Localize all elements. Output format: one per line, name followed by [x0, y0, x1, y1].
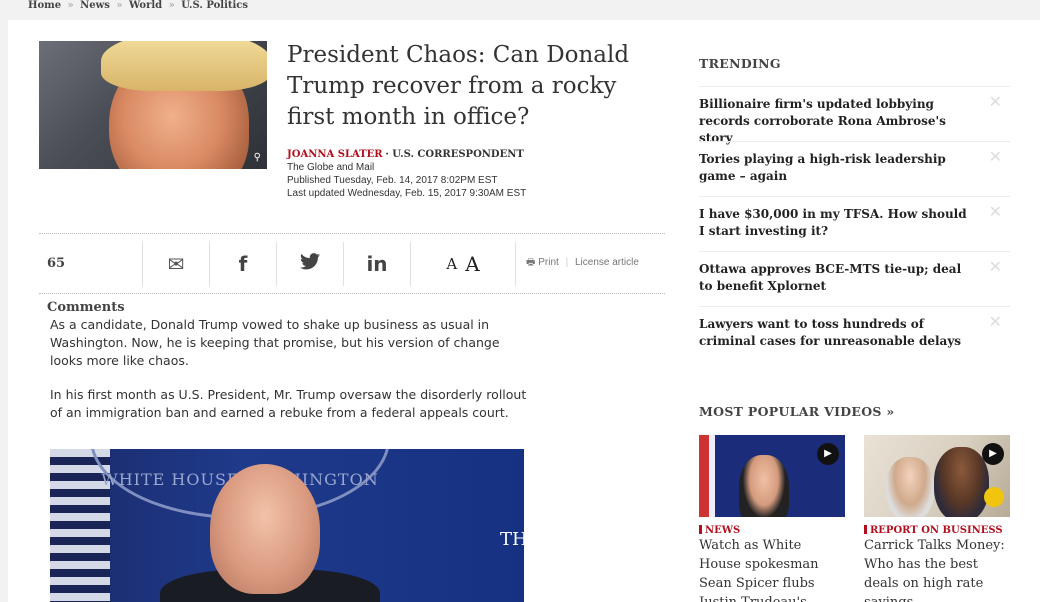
- article-thumbnail[interactable]: ⚲: [39, 41, 267, 169]
- video-thumbnail-person: [934, 447, 989, 517]
- email-share-button[interactable]: ✉: [143, 241, 210, 286]
- trending-item[interactable]: Ottawa approves BCE-MTS tie-up; deal to …: [699, 251, 1010, 306]
- envelope-icon: ✉: [167, 251, 185, 276]
- breadcrumb-home[interactable]: Home: [28, 0, 61, 11]
- trending-item[interactable]: I have $30,000 in my TFSA. How should I …: [699, 196, 1010, 251]
- article-body: As a candidate, Donald Trump vowed to sh…: [50, 316, 530, 438]
- published-date: Published Tuesday, Feb. 14, 2017 8:02PM …: [287, 175, 498, 186]
- flower-decoration: [984, 487, 1004, 507]
- publication-name: The Globe and Mail: [287, 162, 375, 173]
- breadcrumb-separator: »: [67, 0, 74, 11]
- author-link[interactable]: JOANNA SLATER: [287, 149, 383, 160]
- video-category[interactable]: REPORT ON BUSINESS: [864, 525, 1010, 536]
- video-thumbnail[interactable]: ▶: [699, 435, 845, 517]
- article-tools: 🖶 Print | License article: [516, 255, 639, 272]
- zoom-icon[interactable]: ⚲: [254, 152, 261, 163]
- video-title[interactable]: Watch as White House spokesman Sean Spic…: [699, 536, 845, 602]
- printer-icon: 🖶: [526, 257, 536, 268]
- trending-item-title[interactable]: Lawyers want to toss hundreds of crimina…: [699, 317, 961, 348]
- trending-item-title[interactable]: Ottawa approves BCE-MTS tie-up; deal to …: [699, 262, 961, 293]
- breadcrumb: Home » News » World » U.S. Politics: [0, 0, 1040, 20]
- speaker-portrait: [210, 464, 320, 594]
- tools-divider: |: [565, 257, 569, 268]
- video-card[interactable]: ▶ NEWS Watch as White House spokesman Se…: [699, 435, 845, 602]
- video-thumbnail-person: [739, 455, 789, 517]
- article-paragraph: As a candidate, Donald Trump vowed to sh…: [50, 317, 500, 368]
- trending-list: Billionaire firm's updated lobbying reco…: [699, 86, 1010, 361]
- image-overlay-text: TH: [500, 529, 524, 550]
- twitter-share-button[interactable]: [277, 241, 344, 286]
- close-icon[interactable]: ✕: [989, 258, 1002, 275]
- trending-item[interactable]: Tories playing a high-risk leadership ga…: [699, 141, 1010, 196]
- breadcrumb-separator: »: [116, 0, 123, 11]
- close-icon[interactable]: ✕: [989, 203, 1002, 220]
- play-icon[interactable]: ▶: [817, 443, 839, 465]
- close-icon[interactable]: ✕: [989, 148, 1002, 165]
- linkedin-icon: in: [366, 251, 388, 276]
- video-thumbnail[interactable]: ▶: [864, 435, 1010, 517]
- facebook-icon: f: [238, 251, 248, 276]
- close-icon[interactable]: ✕: [989, 93, 1002, 110]
- font-increase-button[interactable]: A: [465, 252, 479, 276]
- font-decrease-button[interactable]: A: [446, 255, 457, 273]
- breadcrumb-world[interactable]: World: [129, 0, 162, 11]
- article-headline: President Chaos: Can Donald Trump recove…: [287, 42, 630, 130]
- trending-item-title[interactable]: Tories playing a high-risk leadership ga…: [699, 152, 946, 183]
- breadcrumb-us-politics[interactable]: U.S. Politics: [181, 0, 248, 11]
- trending-item[interactable]: Lawyers want to toss hundreds of crimina…: [699, 306, 1010, 361]
- facebook-share-button[interactable]: f: [210, 241, 277, 286]
- breadcrumb-separator: »: [168, 0, 175, 11]
- portrait-hair: [101, 41, 267, 91]
- article-main-image[interactable]: WHITE HOUSE WASHINGTON TH: [50, 449, 524, 602]
- video-card[interactable]: ▶ REPORT ON BUSINESS Carrick Talks Money…: [864, 435, 1010, 602]
- video-title[interactable]: Carrick Talks Money: Who has the best de…: [864, 536, 1010, 602]
- article-paragraph: In his first month as U.S. President, Mr…: [50, 387, 527, 420]
- video-thumbnail-person: [886, 457, 934, 517]
- trending-item-title[interactable]: I have $30,000 in my TFSA. How should I …: [699, 207, 967, 238]
- play-icon[interactable]: ▶: [982, 443, 1004, 465]
- share-bar: 65 Comments ✉ f in A A 🖶 Print | License…: [39, 233, 665, 315]
- byline: JOANNA SLATER · U.S. CORRESPONDENT The G…: [287, 148, 526, 200]
- article-page: ⚲ President Chaos: Can Donald Trump reco…: [8, 20, 1040, 602]
- trending-heading: TRENDING: [699, 56, 781, 71]
- breadcrumb-news[interactable]: News: [80, 0, 110, 11]
- license-article-link[interactable]: License article: [575, 257, 639, 268]
- comments-link[interactable]: 65 Comments: [39, 241, 143, 315]
- font-size-controls: A A: [411, 241, 516, 286]
- updated-date: Last updated Wednesday, Feb. 15, 2017 9:…: [287, 188, 527, 199]
- trending-item[interactable]: Billionaire firm's updated lobbying reco…: [699, 86, 1010, 145]
- trending-item-title[interactable]: Billionaire firm's updated lobbying reco…: [699, 97, 946, 145]
- twitter-icon: [300, 253, 320, 274]
- close-icon[interactable]: ✕: [989, 313, 1002, 330]
- author-role: · U.S. CORRESPONDENT: [385, 149, 524, 160]
- print-link[interactable]: Print: [538, 257, 559, 268]
- video-category[interactable]: NEWS: [699, 525, 845, 536]
- linkedin-share-button[interactable]: in: [344, 241, 411, 286]
- popular-videos-heading[interactable]: MOST POPULAR VIDEOS »: [699, 404, 895, 419]
